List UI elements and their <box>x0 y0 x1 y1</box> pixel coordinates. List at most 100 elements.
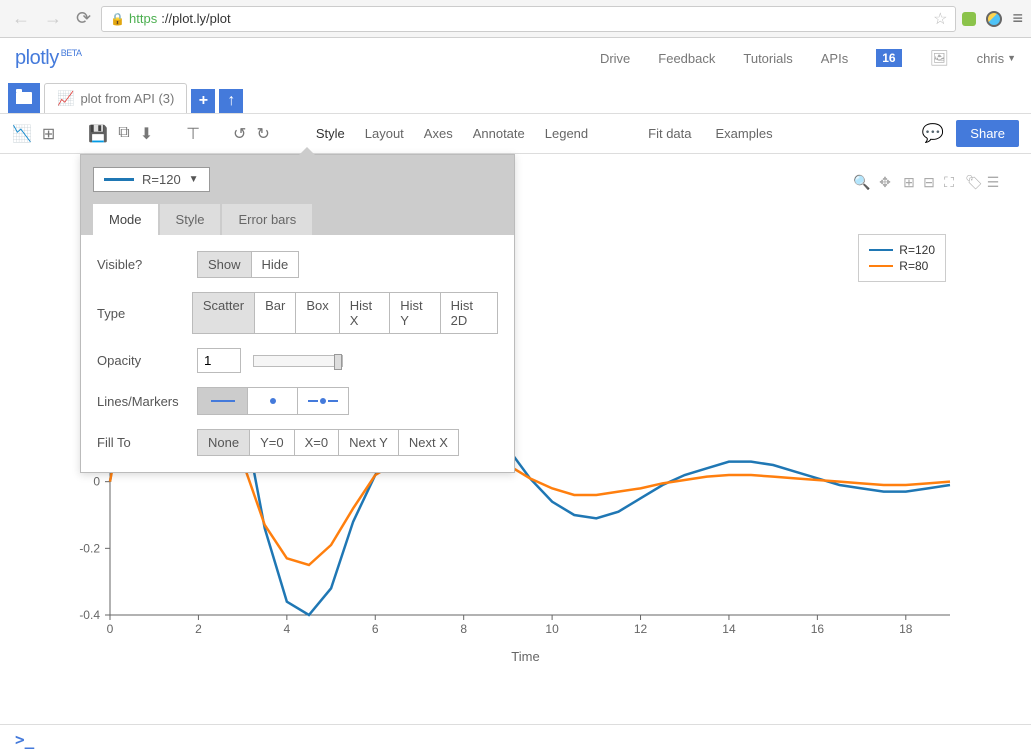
zoom-in-icon[interactable]: ⊞ <box>901 174 917 191</box>
url-bar[interactable]: 🔒 https://plot.ly/plot ☆ <box>101 6 956 32</box>
upload-button[interactable]: ↑ <box>219 89 243 113</box>
autoscale-icon[interactable]: ⛶ <box>941 174 957 191</box>
file-tab[interactable]: 📈 plot from API (3) <box>44 83 187 113</box>
lines-icon[interactable]: ☰ <box>985 174 1001 191</box>
svg-text:0: 0 <box>93 475 100 489</box>
console-icon[interactable]: >_ <box>15 730 34 749</box>
opt-x0[interactable]: X=0 <box>294 429 340 456</box>
format-icon[interactable]: ⊤ <box>186 124 200 144</box>
legend-label: R=120 <box>899 243 935 257</box>
legend-label: R=80 <box>899 259 928 273</box>
row-visible: Visible? Show Hide <box>97 251 498 278</box>
menu-items: Style Layout Axes Annotate Legend <box>316 126 588 141</box>
plot-tools: 🔍 ✥ ⊞ ⊟ ⛶ 🏷 ☰ <box>853 174 1001 191</box>
menu-axes[interactable]: Axes <box>424 126 453 141</box>
mode-markers[interactable] <box>248 388 298 414</box>
download-icon[interactable]: ⬇ <box>140 124 153 144</box>
bookmark-icon[interactable]: ☆ <box>933 9 947 29</box>
nav-tutorials[interactable]: Tutorials <box>743 51 792 66</box>
x-axis-label[interactable]: Time <box>50 649 1001 664</box>
share-button[interactable]: Share <box>956 120 1019 147</box>
zoom-icon[interactable]: 🔍 <box>853 174 869 191</box>
legend-swatch <box>869 265 893 268</box>
svg-text:10: 10 <box>545 622 559 636</box>
extension-icons: ≡ <box>962 8 1023 29</box>
lock-icon: 🔒 <box>110 12 125 26</box>
menu-fit-data[interactable]: Fit data <box>648 126 691 141</box>
menu-examples[interactable]: Examples <box>716 126 773 141</box>
nav-feedback[interactable]: Feedback <box>658 51 715 66</box>
undo-icon[interactable]: ↺ <box>233 124 246 144</box>
opacity-input[interactable] <box>197 348 241 373</box>
menu-annotate[interactable]: Annotate <box>473 126 525 141</box>
browser-menu-icon[interactable]: ≡ <box>1012 8 1023 29</box>
nav-apis[interactable]: APIs <box>821 51 848 66</box>
chart-icon: 📈 <box>57 90 74 107</box>
opt-hist2d[interactable]: Hist 2D <box>440 292 498 334</box>
menu-items2: Fit data Examples <box>648 126 772 141</box>
folder-icon <box>16 92 32 104</box>
app-header: plotlyBETA Drive Feedback Tutorials APIs… <box>0 38 1031 78</box>
popup-tab-mode[interactable]: Mode <box>93 204 158 235</box>
menu-style[interactable]: Style <box>316 126 345 141</box>
save-icon[interactable]: 💾 <box>88 124 108 144</box>
main-area: R=120 ▼ Mode Style Error bars Visible? S… <box>0 154 1031 724</box>
popup-tab-style[interactable]: Style <box>160 204 221 235</box>
tag-icon[interactable]: 🏷 <box>965 174 981 191</box>
legend-item[interactable]: R=80 <box>869 259 935 273</box>
popup-body: Visible? Show Hide Type Scatter Bar Box … <box>81 235 514 472</box>
grid-icon[interactable]: ⊞ <box>42 124 55 144</box>
redo-icon[interactable]: ↻ <box>256 124 269 144</box>
zoom-out-icon[interactable]: ⊟ <box>921 174 937 191</box>
menu-layout[interactable]: Layout <box>365 126 404 141</box>
popup-header: R=120 ▼ Mode Style Error bars <box>81 155 514 235</box>
logo[interactable]: plotlyBETA <box>15 47 82 70</box>
opt-box[interactable]: Box <box>295 292 339 334</box>
pan-icon[interactable]: ✥ <box>877 174 893 191</box>
globe-icon[interactable] <box>986 11 1002 27</box>
opt-histy[interactable]: Hist Y <box>389 292 440 334</box>
folder-tab[interactable] <box>8 83 40 113</box>
opt-show[interactable]: Show <box>197 251 252 278</box>
popup-tabs: Mode Style Error bars <box>93 204 502 235</box>
nav-drive[interactable]: Drive <box>600 51 630 66</box>
line-chart-icon[interactable]: 📉 <box>12 124 32 144</box>
opt-nextx[interactable]: Next X <box>398 429 459 456</box>
back-button[interactable]: ← <box>8 6 34 31</box>
svg-text:2: 2 <box>195 622 202 636</box>
legend[interactable]: R=120 R=80 <box>858 234 946 282</box>
chat-icon[interactable]: 💬 <box>922 123 944 144</box>
opacity-slider[interactable] <box>253 355 343 367</box>
footer: >_ <box>0 724 1031 754</box>
forward-button[interactable]: → <box>40 6 66 31</box>
opt-histx[interactable]: Hist X <box>339 292 391 334</box>
mode-lines-markers[interactable] <box>298 388 348 414</box>
trace-name: R=120 <box>142 172 181 187</box>
opt-nexty[interactable]: Next Y <box>338 429 399 456</box>
row-lines-markers: Lines/Markers <box>97 387 498 415</box>
notification-badge[interactable]: 16 <box>876 49 901 67</box>
add-tab-button[interactable]: + <box>191 89 215 113</box>
menu-legend[interactable]: Legend <box>545 126 588 141</box>
opt-hide[interactable]: Hide <box>251 251 300 278</box>
svg-text:18: 18 <box>899 622 913 636</box>
opt-bar[interactable]: Bar <box>254 292 296 334</box>
svg-text:16: 16 <box>811 622 825 636</box>
reload-button[interactable]: ⟳ <box>72 6 95 31</box>
file-tab-label: plot from API (3) <box>80 91 174 106</box>
chevron-down-icon: ▼ <box>189 174 199 185</box>
legend-item[interactable]: R=120 <box>869 243 935 257</box>
trace-select[interactable]: R=120 ▼ <box>93 167 210 192</box>
copy-icon[interactable]: ⧉ <box>118 124 129 144</box>
opt-y0[interactable]: Y=0 <box>249 429 295 456</box>
slider-handle[interactable] <box>334 354 342 370</box>
legend-swatch <box>869 249 893 252</box>
popup-tab-errorbars[interactable]: Error bars <box>222 204 312 235</box>
opt-none[interactable]: None <box>197 429 250 456</box>
svg-text:6: 6 <box>372 622 379 636</box>
extension-icon[interactable] <box>962 12 976 26</box>
image-icon[interactable]: 🖼 <box>930 49 949 67</box>
user-menu[interactable]: chris▼ <box>977 51 1016 66</box>
opt-scatter[interactable]: Scatter <box>192 292 255 334</box>
mode-lines[interactable] <box>198 388 248 414</box>
